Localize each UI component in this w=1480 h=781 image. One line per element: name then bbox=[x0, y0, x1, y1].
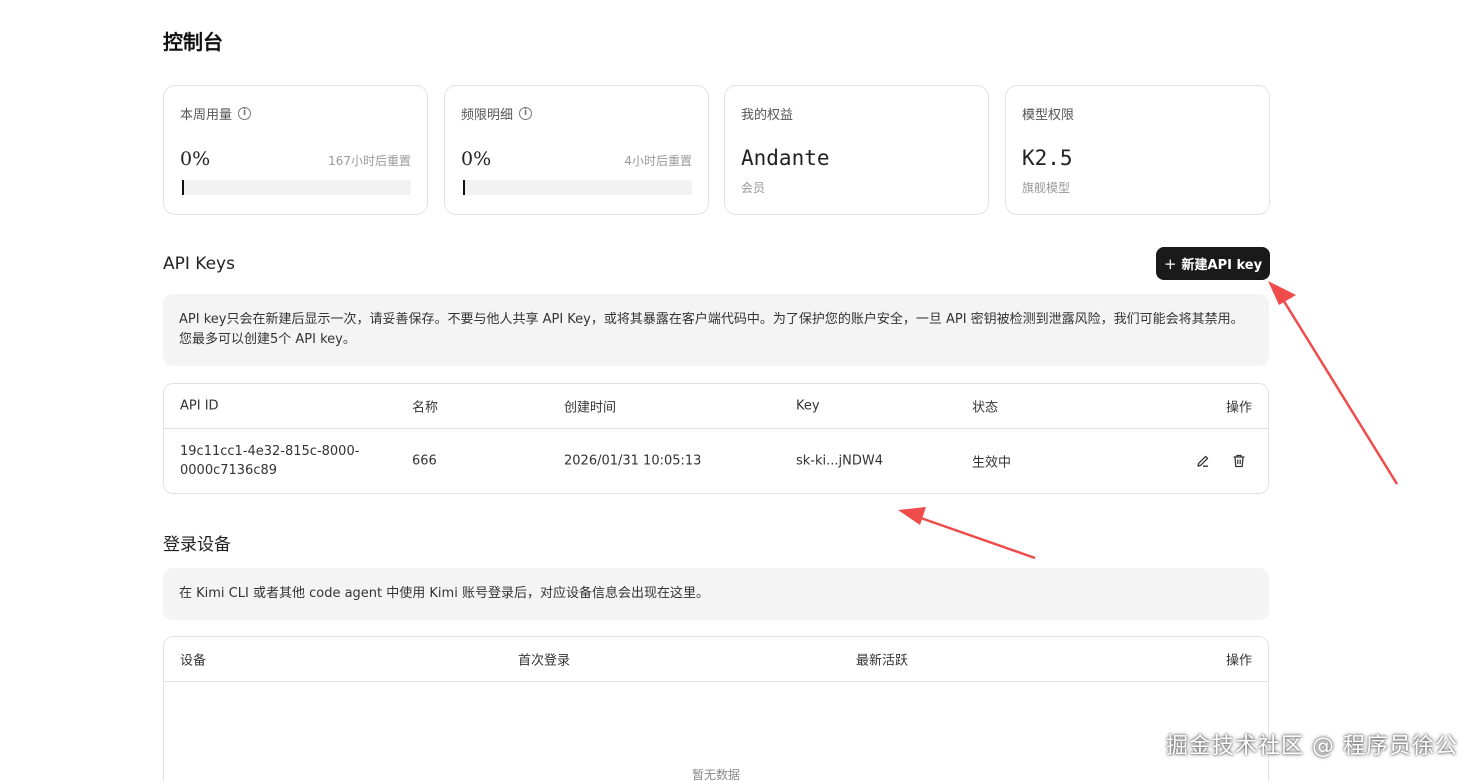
new-api-key-button[interactable]: + 新建API key bbox=[1156, 247, 1270, 280]
info-icon[interactable]: i bbox=[519, 107, 533, 120]
rate-limit-label-row: 频限明细 i bbox=[461, 104, 533, 123]
devices-title: 登录设备 bbox=[163, 535, 231, 555]
status-cell: 生效中 bbox=[972, 455, 1012, 471]
column-header: 操作 bbox=[1225, 653, 1252, 669]
weekly-usage-reset: 167小时后重置 bbox=[328, 154, 411, 168]
plus-icon: + bbox=[1163, 254, 1177, 273]
rate-limit-label: 频限明细 bbox=[461, 108, 514, 123]
weekly-usage-label: 本周用量 bbox=[180, 108, 233, 123]
plan-sub: 会员 bbox=[741, 181, 766, 195]
model-value: K2.5 bbox=[1022, 146, 1073, 170]
arrow-line-upper bbox=[1280, 297, 1399, 485]
plan-label: 我的权益 bbox=[741, 108, 794, 123]
api-keys-notice: API key只会在新建后显示一次，请妥善保存。不要与他人共享 API Key，… bbox=[163, 294, 1269, 366]
key-cell: sk-ki...jNDW4 bbox=[796, 453, 884, 469]
column-header: 首次登录 bbox=[518, 653, 571, 669]
new-api-key-label: 新建API key bbox=[1181, 258, 1263, 273]
arrow-head-upper bbox=[1268, 281, 1296, 305]
info-icon[interactable]: i bbox=[238, 107, 252, 120]
column-header: 名称 bbox=[412, 400, 439, 416]
column-header: 最新活跃 bbox=[856, 653, 909, 669]
trash-icon[interactable] bbox=[1231, 453, 1247, 469]
api-keys-table: API ID 名称 创建时间 Key 状态 操作 19c11cc1-4e32-8… bbox=[163, 383, 1269, 494]
column-header: 设备 bbox=[180, 653, 207, 669]
devices-notice: 在 Kimi CLI 或者其他 code agent 中使用 Kimi 账号登录… bbox=[163, 568, 1269, 620]
arrow-head-lower bbox=[898, 507, 926, 525]
model-card: 模型权限 K2.5 旗舰模型 bbox=[1005, 85, 1270, 215]
weekly-usage-card: 本周用量 i 0% 167小时后重置 bbox=[163, 85, 428, 215]
devices-table: 设备 首次登录 最新活跃 操作 暂无数据 bbox=[163, 636, 1269, 781]
rate-limit-card: 频限明细 i 0% 4小时后重置 bbox=[444, 85, 709, 215]
table-header: API ID 名称 创建时间 Key 状态 操作 bbox=[164, 384, 1268, 429]
watermark: 掘金技术社区 @ 程序员徐公 bbox=[1166, 734, 1458, 759]
rate-limit-progress-bar bbox=[463, 180, 692, 195]
arrow-line-lower bbox=[917, 515, 1036, 560]
empty-text: 暂无数据 bbox=[691, 768, 740, 781]
devices-notice-text: 在 Kimi CLI 或者其他 code agent 中使用 Kimi 账号登录… bbox=[179, 586, 709, 601]
created-cell: 2026/01/31 10:05:13 bbox=[564, 453, 702, 469]
model-label: 模型权限 bbox=[1022, 108, 1075, 123]
column-header: API ID bbox=[180, 398, 219, 414]
api-keys-notice-text: API key只会在新建后显示一次，请妥善保存。不要与他人共享 API Key，… bbox=[179, 312, 1244, 347]
table-row: 19c11cc1-4e32-815c-8000-0000c7136c89 666… bbox=[164, 429, 1268, 493]
model-sub: 旗舰模型 bbox=[1022, 181, 1071, 195]
rate-limit-reset: 4小时后重置 bbox=[624, 154, 692, 168]
column-header: 创建时间 bbox=[564, 400, 617, 416]
api-id-cell: 19c11cc1-4e32-815c-8000-0000c7136c89 bbox=[180, 444, 360, 478]
plan-value: Andante bbox=[741, 146, 830, 170]
page-title: 控制台 bbox=[163, 30, 223, 54]
weekly-usage-progress-fill bbox=[182, 180, 184, 195]
table-header: 设备 首次登录 最新活跃 操作 bbox=[164, 637, 1268, 682]
weekly-usage-label-row: 本周用量 i bbox=[180, 104, 252, 123]
plan-card: 我的权益 Andante 会员 bbox=[724, 85, 989, 215]
name-cell: 666 bbox=[412, 453, 437, 469]
rate-limit-progress-fill bbox=[463, 180, 465, 195]
column-header: Key bbox=[796, 398, 820, 414]
weekly-usage-value: 0% bbox=[180, 148, 211, 170]
column-header: 操作 bbox=[1225, 400, 1252, 416]
weekly-usage-progress-bar bbox=[182, 180, 411, 195]
edit-icon[interactable] bbox=[1195, 453, 1211, 469]
rate-limit-value: 0% bbox=[461, 148, 492, 170]
api-keys-title: API Keys bbox=[163, 254, 235, 274]
column-header: 状态 bbox=[972, 400, 999, 416]
empty-state: 暂无数据 bbox=[164, 682, 1268, 781]
